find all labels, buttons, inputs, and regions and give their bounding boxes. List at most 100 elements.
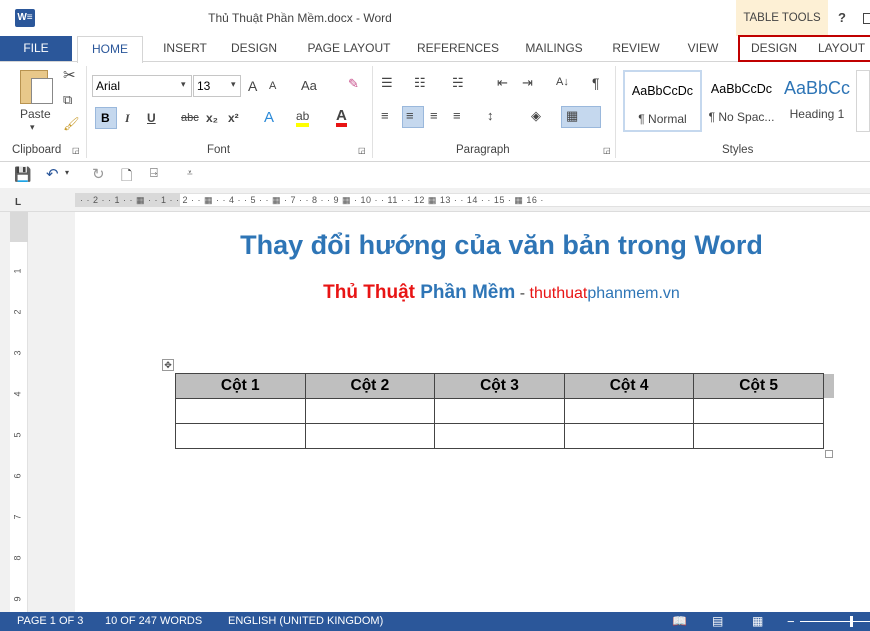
tab-design[interactable]: DESIGN <box>222 36 286 62</box>
justify-icon[interactable]: ≡ <box>453 108 461 123</box>
multilevel-list-icon[interactable]: ☵ <box>452 75 464 91</box>
web-layout-icon[interactable]: ▦ <box>752 612 763 631</box>
table-cell[interactable] <box>434 398 565 424</box>
style-name: ¶ No Spac... <box>708 110 775 124</box>
shrink-font-button[interactable]: A <box>269 80 276 92</box>
table-header-cell[interactable]: Cột 3 <box>434 373 565 399</box>
zoom-slider-track[interactable] <box>800 621 870 622</box>
read-mode-icon[interactable]: 📖 <box>672 612 687 631</box>
font-group-label: Font <box>207 144 231 156</box>
tab-home[interactable]: HOME <box>77 36 143 63</box>
touch-mode-icon[interactable]: ⍈ <box>150 165 158 181</box>
table-move-handle-icon[interactable]: ✥ <box>162 359 174 371</box>
document-heading[interactable]: Thay đổi hướng của văn bản trong Word <box>75 230 870 261</box>
font-launcher-icon[interactable]: ◲ <box>358 146 366 155</box>
status-language[interactable]: ENGLISH (UNITED KINGDOM) <box>228 612 383 631</box>
document-table[interactable]: Cột 1 Cột 2 Cột 3 Cột 4 Cột 5 <box>175 373 824 449</box>
print-layout-icon[interactable]: ▤ <box>712 612 723 631</box>
shading-icon[interactable]: ◈ <box>531 108 541 124</box>
styles-scroll[interactable] <box>856 70 870 132</box>
grow-font-button[interactable]: A <box>248 78 257 94</box>
tab-references[interactable]: REFERENCES <box>412 36 504 62</box>
subtitle-part-a: Thủ Thuật <box>323 282 415 303</box>
style-name: ¶ Normal <box>638 112 687 126</box>
align-left-icon[interactable]: ≡ <box>381 108 389 123</box>
decrease-indent-icon[interactable]: ⇤ <box>497 75 508 91</box>
table-cell[interactable] <box>563 423 695 449</box>
status-word-count[interactable]: 10 OF 247 WORDS <box>105 612 202 631</box>
style-normal[interactable]: AaBbCcDc ¶ Normal <box>623 70 702 132</box>
ribbon-display-options-icon[interactable] <box>863 13 870 24</box>
text-effects-button[interactable]: A <box>264 109 274 126</box>
table-cell[interactable] <box>175 423 306 449</box>
bold-button[interactable]: B <box>101 111 110 125</box>
format-painter-icon[interactable]: 🖌 <box>63 116 80 132</box>
line-spacing-icon[interactable]: ↕ <box>487 108 494 123</box>
table-row <box>175 398 824 424</box>
underline-button[interactable]: U <box>147 111 156 125</box>
style-no-spacing[interactable]: AaBbCcDc ¶ No Spac... <box>702 70 781 132</box>
borders-icon[interactable]: ▦ <box>566 108 578 124</box>
undo-icon[interactable]: ↶ <box>46 165 59 183</box>
new-document-icon[interactable]: 🗋 <box>121 165 132 189</box>
table-cell[interactable] <box>175 398 306 424</box>
paragraph-group-label: Paragraph <box>456 144 510 156</box>
table-tools-highlight <box>738 35 870 62</box>
sort-button[interactable]: A↓ <box>556 76 569 88</box>
redo-icon[interactable]: ↻ <box>92 165 105 183</box>
ruler-ticks: · · 2 · · 1 · · ▦ · · 1 · · 2 · · ▦ · · … <box>80 195 544 205</box>
customize-qat-icon[interactable]: ⩡ <box>187 168 193 179</box>
copy-icon[interactable]: ⧉ <box>63 92 72 108</box>
table-cell[interactable] <box>304 398 436 424</box>
zoom-out-icon[interactable]: − <box>787 612 795 631</box>
paste-label[interactable]: Paste <box>20 107 51 121</box>
help-icon[interactable]: ? <box>838 10 846 25</box>
paste-sheet-icon <box>31 78 53 104</box>
paste-dropdown-icon[interactable]: ▾ <box>30 122 35 133</box>
highlight-button[interactable]: ab <box>296 109 310 127</box>
vruler-number: 3 <box>12 350 23 356</box>
paragraph-launcher-icon[interactable]: ◲ <box>603 146 611 155</box>
strikethrough-button[interactable]: abc <box>181 112 199 124</box>
numbering-icon[interactable]: ☷ <box>414 75 426 91</box>
status-page[interactable]: PAGE 1 OF 3 <box>17 612 83 631</box>
tab-insert[interactable]: INSERT <box>150 36 220 62</box>
tab-review[interactable]: REVIEW <box>604 36 668 62</box>
undo-dropdown-icon[interactable]: ▾ <box>65 168 69 177</box>
tab-page-layout[interactable]: PAGE LAYOUT <box>297 36 401 62</box>
font-name-dropdown-icon[interactable]: ▾ <box>181 79 186 90</box>
bullets-icon[interactable]: ☰ <box>381 75 393 91</box>
table-header-cell[interactable]: Cột 2 <box>304 373 436 399</box>
save-icon[interactable]: 💾 <box>14 166 31 183</box>
document-subtitle[interactable]: Thủ Thuật Phần Mềm - thuthuatphanmem.vn <box>75 282 870 304</box>
cut-icon[interactable]: ✂ <box>63 66 76 84</box>
table-cell[interactable] <box>434 423 565 449</box>
style-heading-1[interactable]: AaBbCc Heading 1 <box>781 70 853 132</box>
table-resize-handle-icon[interactable] <box>825 450 833 458</box>
font-size-dropdown-icon[interactable]: ▾ <box>231 79 236 90</box>
table-cell[interactable] <box>563 398 695 424</box>
table-header-cell[interactable]: Cột 1 <box>175 373 306 399</box>
italic-button[interactable]: I <box>125 111 130 126</box>
table-cell[interactable] <box>304 423 436 449</box>
align-right-icon[interactable]: ≡ <box>430 108 438 123</box>
show-formatting-button[interactable]: ¶ <box>592 75 600 91</box>
table-cell[interactable] <box>693 423 824 449</box>
increase-indent-icon[interactable]: ⇥ <box>522 75 533 91</box>
table-header-cell[interactable]: Cột 4 <box>563 373 695 399</box>
font-name-box[interactable]: Arial <box>92 75 192 97</box>
font-color-button[interactable]: A <box>336 108 347 127</box>
change-case-button[interactable]: Aa <box>301 78 317 93</box>
tab-file[interactable]: FILE <box>0 36 72 62</box>
clipboard-launcher-icon[interactable]: ◲ <box>72 146 80 155</box>
tab-selector[interactable]: L <box>15 197 21 208</box>
superscript-button[interactable]: x² <box>228 111 239 125</box>
tab-mailings[interactable]: MAILINGS <box>514 36 594 62</box>
zoom-slider-thumb[interactable] <box>850 616 853 627</box>
table-cell[interactable] <box>693 398 824 424</box>
tab-view[interactable]: VIEW <box>680 36 726 62</box>
subscript-button[interactable]: x₂ <box>206 111 218 125</box>
clear-formatting-icon[interactable]: ✎ <box>348 76 359 92</box>
table-header-cell[interactable]: Cột 5 <box>693 373 824 399</box>
align-center-icon[interactable]: ≡ <box>406 108 414 123</box>
